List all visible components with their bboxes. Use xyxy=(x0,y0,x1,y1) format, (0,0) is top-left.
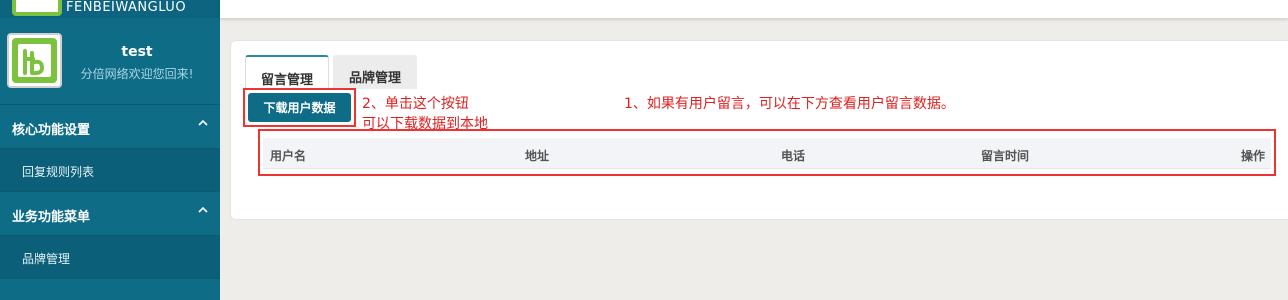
brand-text: FENBEIWANGLUO xyxy=(66,0,187,15)
user-name: test xyxy=(121,44,153,60)
avatar xyxy=(7,33,62,88)
brand-logo xyxy=(12,0,62,16)
chevron-up-icon xyxy=(198,117,208,131)
download-user-data-button[interactable]: 下载用户数据 xyxy=(248,93,351,122)
sidebar-item-label: 品牌管理 xyxy=(22,252,71,266)
column-header-phone: 电话 xyxy=(781,149,806,163)
tab-message-management[interactable]: 留言管理 xyxy=(245,55,329,89)
annotation-step2-line1: 2、单击这个按钮 xyxy=(362,96,469,112)
fb-logo-icon xyxy=(12,38,57,83)
brand-header: FENBEIWANGLUO xyxy=(0,0,220,18)
column-header-username: 用户名 xyxy=(270,149,307,163)
sidebar-item-label: 回复规则列表 xyxy=(22,165,95,179)
menu-group-label: 核心功能设置 xyxy=(12,123,91,138)
table-highlight: 用户名 地址 电话 留言时间 操作 xyxy=(258,129,1276,176)
annotation-step1: 1、如果有用户留言，可以在下方查看用户留言数据。 xyxy=(624,96,955,112)
menu-group-business[interactable]: 业务功能菜单 xyxy=(0,191,220,235)
table-header: 用户名 地址 电话 留言时间 操作 xyxy=(263,138,1271,169)
user-panel: test 分倍网络欢迎您回来! xyxy=(0,26,220,102)
sidebar-footer xyxy=(0,278,220,300)
tab-label: 品牌管理 xyxy=(348,71,401,86)
chevron-up-icon xyxy=(198,204,208,218)
sidebar-item-brand-management[interactable]: 品牌管理 xyxy=(0,235,220,278)
download-button-highlight: 下载用户数据 xyxy=(243,88,356,127)
tab-brand-management[interactable]: 品牌管理 xyxy=(333,55,417,89)
menu-group-label: 业务功能菜单 xyxy=(12,210,91,225)
top-header xyxy=(220,0,1288,18)
menu-group-core-settings[interactable]: 核心功能设置 xyxy=(0,104,220,148)
sidebar-item-reply-rules[interactable]: 回复规则列表 xyxy=(0,148,220,191)
column-header-message-time: 留言时间 xyxy=(981,149,1030,163)
column-header-address: 地址 xyxy=(525,149,550,163)
tab-label: 留言管理 xyxy=(260,73,313,88)
sidebar: FENBEIWANGLUO test 分倍网络欢迎您回来! 核心功能设置 回复规… xyxy=(0,0,220,300)
user-greeting: 分倍网络欢迎您回来! xyxy=(80,67,194,81)
column-header-actions: 操作 xyxy=(1240,149,1265,163)
